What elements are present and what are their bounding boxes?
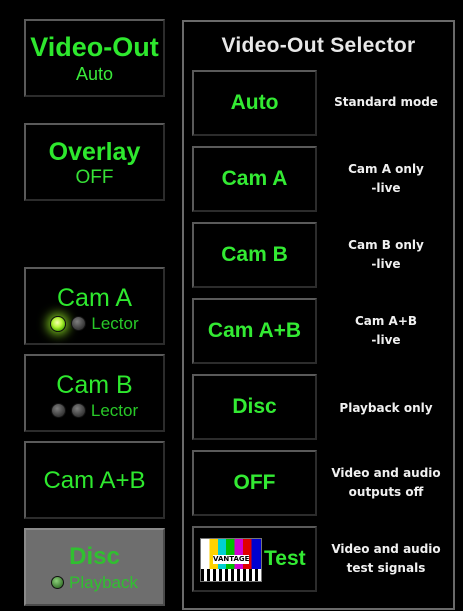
test-card-icon: VANTAGE <box>200 538 262 582</box>
selector-cam-ab-description: Cam A+B -live <box>354 314 418 347</box>
video-out-button[interactable]: Video-Out Auto <box>24 19 165 97</box>
cam-ab-label: Cam A+B <box>43 467 146 494</box>
selector-title: Video-Out Selector <box>221 34 416 57</box>
selector-cam-b-description: Cam B only -live <box>348 238 424 271</box>
disc-indicator-row: Playback <box>26 573 163 591</box>
selector-cam-a-label: Cam A <box>221 167 288 190</box>
cam-a-indicator-label: Lector <box>91 314 139 334</box>
selector-test-description: Video and audio test signals <box>331 542 441 575</box>
cam-b-indicator-row: Lector <box>26 401 163 419</box>
cam-a-led-2-icon <box>71 316 87 332</box>
cam-b-indicator-label: Lector <box>90 401 139 421</box>
selector-cam-ab-label: Cam A+B <box>207 319 302 342</box>
selector-auto-button[interactable]: Auto <box>192 70 317 136</box>
cam-a-indicator-row: Lector <box>26 314 163 332</box>
selector-auto-description: Standard mode <box>334 95 438 109</box>
cam-a-led-1-icon <box>50 315 67 332</box>
overlay-button[interactable]: Overlay OFF <box>24 123 165 201</box>
selector-cam-a-description: Cam A only -live <box>348 162 424 195</box>
selector-disc-label: Disc <box>232 395 277 418</box>
selector-off-label: OFF <box>233 471 276 494</box>
cam-b-led-1-icon <box>50 403 66 419</box>
video-out-selector-panel: Video-Out Selector Auto Standard mode Ca… <box>182 20 455 610</box>
selector-test-button[interactable]: VANTAGE Test <box>192 526 317 592</box>
video-out-label: Video-Out <box>30 32 159 62</box>
disc-button[interactable]: Disc Playback <box>24 528 165 606</box>
cam-b-led-2-icon <box>70 403 86 419</box>
disc-indicator-label: Playback <box>69 573 138 593</box>
test-card-thumbnail-text: VANTAGE <box>213 555 250 564</box>
video-out-value: Auto <box>75 64 114 84</box>
cam-ab-button[interactable]: Cam A+B <box>24 441 165 519</box>
cam-b-label: Cam B <box>56 371 133 399</box>
cam-b-button[interactable]: Cam B Lector <box>24 354 165 432</box>
test-card-bars-icon <box>201 569 261 581</box>
selector-off-button[interactable]: OFF <box>192 450 317 516</box>
selector-disc-button[interactable]: Disc <box>192 374 317 440</box>
selector-cam-b-button[interactable]: Cam B <box>192 222 317 288</box>
overlay-value: OFF <box>75 167 114 188</box>
disc-label: Disc <box>69 543 120 570</box>
selector-test-label: Test <box>264 547 306 570</box>
selector-disc-description: Playback only <box>339 401 433 415</box>
overlay-label: Overlay <box>48 138 141 166</box>
cam-a-label: Cam A <box>56 284 133 312</box>
selector-auto-label: Auto <box>230 91 279 114</box>
disc-led-icon <box>51 576 64 590</box>
cam-a-button[interactable]: Cam A Lector <box>24 267 165 345</box>
selector-cam-ab-button[interactable]: Cam A+B <box>192 298 317 364</box>
selector-cam-b-label: Cam B <box>221 243 288 266</box>
selector-cam-a-button[interactable]: Cam A <box>192 146 317 212</box>
selector-off-description: Video and audio outputs off <box>331 466 441 499</box>
